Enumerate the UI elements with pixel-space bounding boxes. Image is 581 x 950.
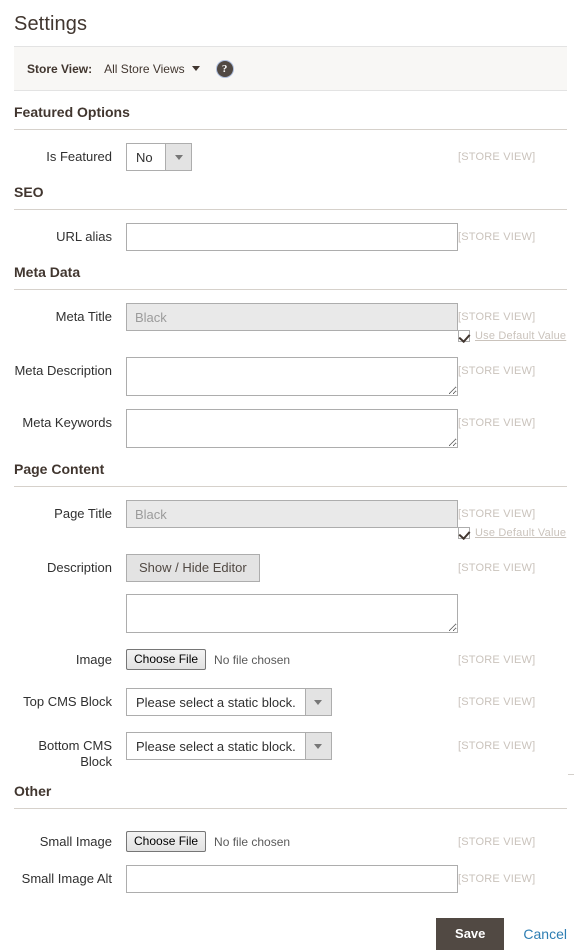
section-title-other: Other <box>14 770 567 809</box>
field-meta-title: Meta Title [STORE VIEW] Use Default Valu… <box>14 290 567 344</box>
scope-meta-description: [STORE VIEW] <box>458 365 536 377</box>
label-is-featured: Is Featured <box>46 149 112 164</box>
help-icon[interactable]: ? <box>216 60 233 77</box>
scope-small-image: [STORE VIEW] <box>458 836 536 848</box>
top-cms-block-select[interactable]: Please select a static block. <box>126 688 332 716</box>
label-meta-keywords: Meta Keywords <box>22 415 112 430</box>
cancel-link[interactable]: Cancel <box>523 926 567 942</box>
chevron-down-icon <box>191 66 200 71</box>
scope-top-cms-block: [STORE VIEW] <box>458 696 536 708</box>
is-featured-value: No <box>136 149 153 165</box>
label-top-cms-block: Top CMS Block <box>23 694 112 709</box>
small-image-alt-input[interactable] <box>126 865 458 893</box>
section-meta-data: Meta Data Meta Title [STORE VIEW] Use De… <box>14 251 567 448</box>
label-meta-description: Meta Description <box>14 363 112 378</box>
label-description: Description <box>46 560 112 575</box>
meta-title-input[interactable] <box>126 303 458 331</box>
bottom-cms-block-select[interactable]: Please select a static block. <box>126 732 332 760</box>
bottom-cms-block-value: Please select a static block. <box>136 738 296 754</box>
field-image: Image Choose File No file chosen [STORE … <box>14 633 567 670</box>
field-small-image-alt: Small Image Alt [STORE VIEW] <box>14 852 567 893</box>
label-small-image: Small Image <box>39 834 112 849</box>
section-title-seo: SEO <box>14 171 567 210</box>
scrollbar-tick <box>568 774 574 775</box>
label-small-image-alt: Small Image Alt <box>21 871 112 886</box>
scope-is-featured: [STORE VIEW] <box>458 151 536 163</box>
page-title: Settings <box>14 13 88 35</box>
image-file-input[interactable]: Choose File No file chosen <box>126 646 449 670</box>
label-bottom-cms-block: Bottom CMS Block <box>38 738 112 769</box>
use-default-meta-title[interactable]: Use Default Value <box>458 328 567 344</box>
scope-description: [STORE VIEW] <box>458 562 536 574</box>
meta-keywords-textarea[interactable] <box>126 409 458 448</box>
field-description: Description Show / Hide Editor [STORE VI… <box>14 541 567 633</box>
section-title-meta-data: Meta Data <box>14 251 567 290</box>
small-image-file-input[interactable]: Choose File No file chosen <box>126 828 449 852</box>
field-meta-keywords: Meta Keywords [STORE VIEW] <box>14 396 567 448</box>
top-cms-block-value: Please select a static block. <box>136 694 296 710</box>
field-is-featured: Is Featured No [STORE VIEW] <box>14 130 567 171</box>
section-page-content: Page Content Page Title [STORE VIEW] Use… <box>14 448 567 770</box>
scope-url-alias: [STORE VIEW] <box>458 231 536 243</box>
section-other: Other Small Image Choose File No file ch… <box>14 770 567 893</box>
field-url-alias: URL alias [STORE VIEW] <box>14 210 567 251</box>
chevron-down-icon <box>165 144 191 170</box>
field-bottom-cms-block: Bottom CMS Block Please select a static … <box>14 716 567 770</box>
image-file-status: No file chosen <box>214 652 291 667</box>
scope-image: [STORE VIEW] <box>458 654 536 666</box>
page-title-input[interactable] <box>126 500 458 528</box>
use-default-label[interactable]: Use Default Value <box>475 525 566 541</box>
section-title-featured-options: Featured Options <box>14 91 567 130</box>
form-actions: Save Cancel <box>14 893 567 950</box>
checkbox-icon[interactable] <box>458 527 470 539</box>
store-view-label: Store View: <box>27 61 93 76</box>
choose-file-button[interactable]: Choose File <box>126 649 207 670</box>
field-meta-description: Meta Description [STORE VIEW] <box>14 344 567 396</box>
meta-description-textarea[interactable] <box>126 357 458 396</box>
url-alias-input[interactable] <box>126 223 458 251</box>
field-small-image: Small Image Choose File No file chosen [… <box>14 809 567 852</box>
scope-meta-title: [STORE VIEW] Use Default Value <box>449 303 567 344</box>
scope-bottom-cms-block: [STORE VIEW] <box>458 740 536 752</box>
store-view-selected-value: All Store Views <box>104 61 185 76</box>
section-title-page-content: Page Content <box>14 448 567 487</box>
store-view-select[interactable]: All Store Views <box>104 61 200 76</box>
checkbox-icon[interactable] <box>458 330 470 342</box>
field-top-cms-block: Top CMS Block Please select a static blo… <box>14 670 567 716</box>
use-default-page-title[interactable]: Use Default Value <box>458 525 567 541</box>
chevron-down-icon <box>304 689 331 715</box>
scope-small-image-alt: [STORE VIEW] <box>458 873 536 885</box>
save-button[interactable]: Save <box>436 918 505 950</box>
scope-page-title: [STORE VIEW] Use Default Value <box>449 500 567 541</box>
section-seo: SEO URL alias [STORE VIEW] <box>14 171 567 251</box>
choose-file-button[interactable]: Choose File <box>126 831 207 852</box>
label-meta-title: Meta Title <box>55 309 112 324</box>
scope-meta-keywords: [STORE VIEW] <box>458 417 536 429</box>
is-featured-select[interactable]: No <box>126 143 192 171</box>
scope-meta-title-text: [STORE VIEW] <box>458 311 536 323</box>
description-textarea[interactable] <box>126 594 458 633</box>
use-default-label[interactable]: Use Default Value <box>475 328 566 344</box>
store-view-switcher: Store View: All Store Views ? <box>14 46 567 91</box>
show-hide-editor-button[interactable]: Show / Hide Editor <box>126 554 260 582</box>
label-page-title: Page Title <box>54 506 112 521</box>
field-page-title: Page Title [STORE VIEW] Use Default Valu… <box>14 487 567 541</box>
section-featured-options: Featured Options Is Featured No [STORE V… <box>14 91 567 171</box>
scope-page-title-text: [STORE VIEW] <box>458 508 536 520</box>
chevron-down-icon <box>304 733 331 759</box>
label-url-alias: URL alias <box>56 229 112 244</box>
small-image-file-status: No file chosen <box>214 834 291 849</box>
label-image: Image <box>75 652 112 667</box>
